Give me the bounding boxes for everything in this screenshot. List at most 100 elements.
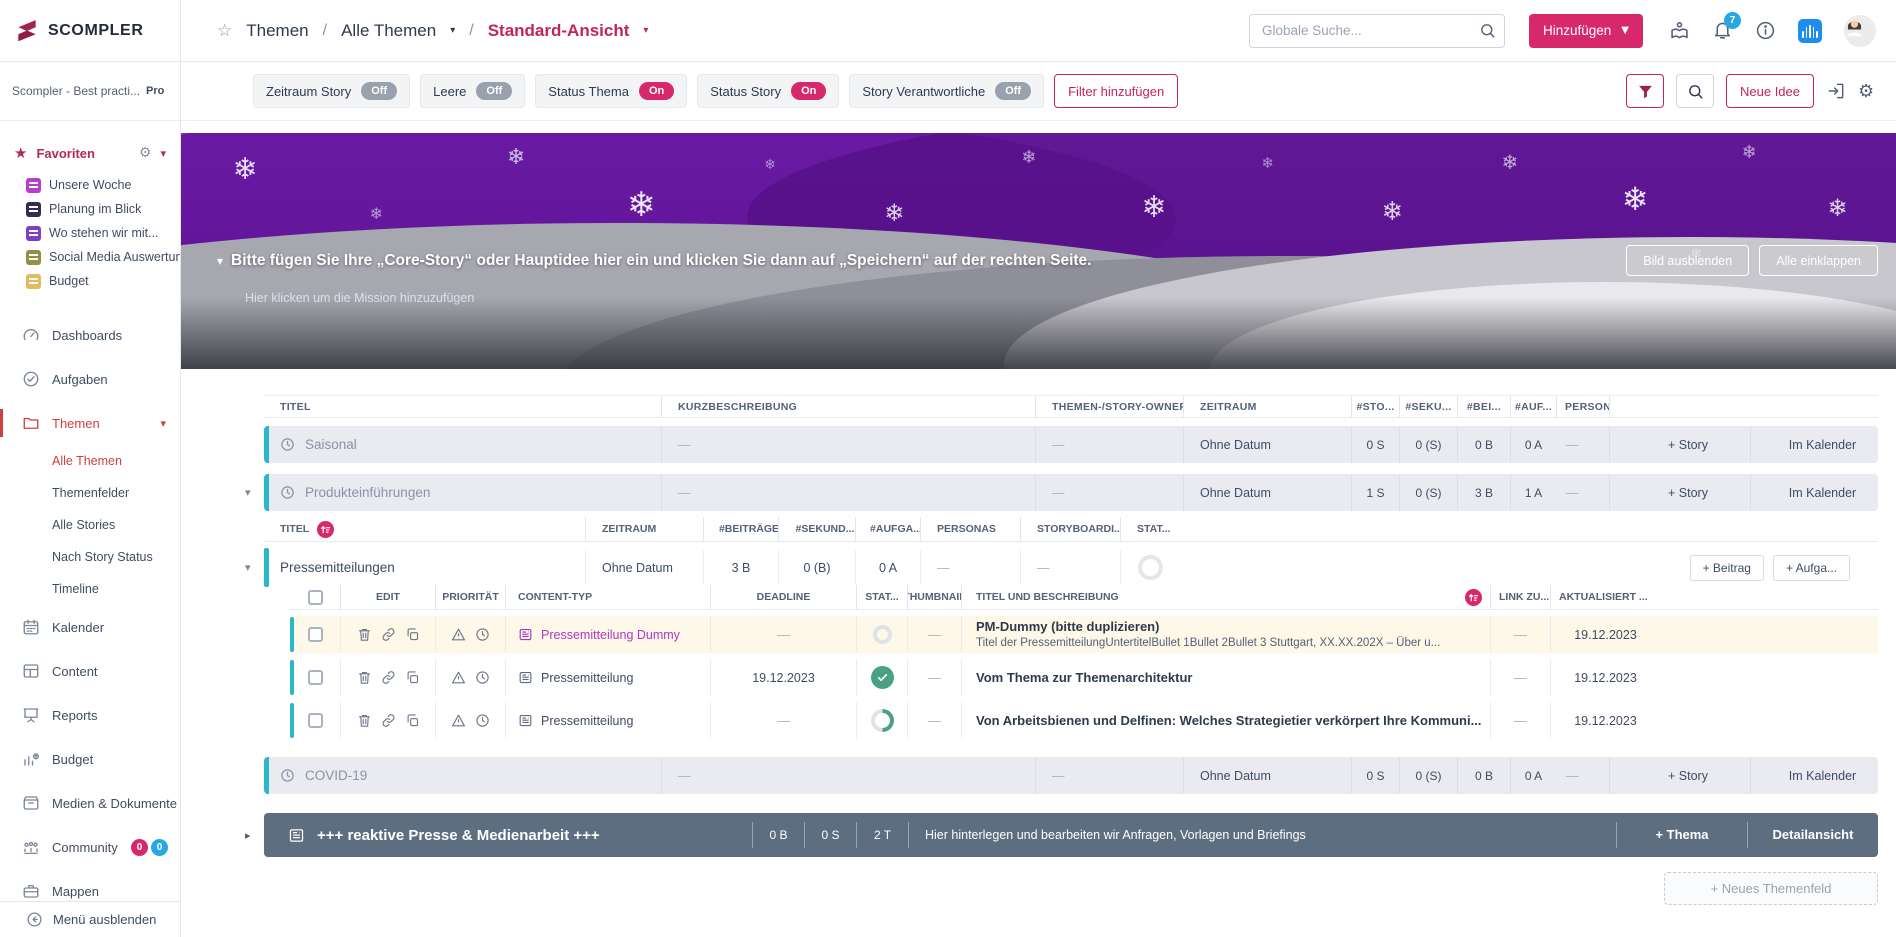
detailansicht-button[interactable]: Detailansicht (1747, 822, 1878, 848)
academy-icon[interactable] (1669, 20, 1690, 41)
col-header-thumbnail[interactable]: THUMBNAIL (907, 585, 961, 609)
status-cell[interactable] (856, 616, 907, 653)
row-checkbox[interactable] (308, 627, 323, 642)
sidebar-subitem-alle-themen[interactable]: Alle Themen (0, 445, 180, 477)
duplicate-icon[interactable] (405, 627, 420, 642)
col-header-status[interactable]: STAT... (856, 585, 907, 609)
workspace-switcher[interactable]: Scompler - Best practi... Pro (0, 62, 180, 121)
favorite-item-wo-stehen-wir[interactable]: Wo stehen wir mit... (0, 221, 180, 245)
col-header-story-zeitraum[interactable]: ZEITRAUM (585, 517, 703, 541)
col-header-deadline[interactable]: DEADLINE (710, 585, 856, 609)
hide-image-button[interactable]: Bild ausblenden (1626, 245, 1749, 276)
col-header-story-aufgaben[interactable]: #AUFGA... (855, 517, 920, 541)
sidebar-subitem-timeline[interactable]: Timeline (0, 573, 180, 605)
collapse-banner-icon[interactable]: ▾ (217, 254, 223, 268)
col-header-titel[interactable]: TITEL (264, 396, 661, 417)
story-row-pressemitteilungen[interactable]: ▾ Pressemitteilungen Ohne Datum 3 B 0 (B… (264, 550, 1878, 585)
sidebar-subitem-themenfelder[interactable]: Themenfelder (0, 477, 180, 509)
col-header-owner[interactable]: THEMEN-/STORY-OWNER (1035, 396, 1183, 417)
table-search-button[interactable] (1676, 74, 1714, 108)
sidebar-item-content[interactable]: Content (0, 649, 180, 693)
gear-icon[interactable]: ⚙ (139, 145, 152, 161)
sidebar-subitem-nach-story-status[interactable]: Nach Story Status (0, 541, 180, 573)
theme-row-saisonal[interactable]: Saisonal — — Ohne Datum 0 S 0 (S) 0 B 0 … (264, 426, 1878, 463)
breadcrumb-view[interactable]: Standard-Ansicht (488, 21, 630, 41)
col-header-story-sekundaer[interactable]: #SEKUND... (778, 517, 855, 541)
favorite-item-unsere-woche[interactable]: Unsere Woche (0, 173, 180, 197)
im-kalender-button[interactable]: Im Kalender (1750, 757, 1878, 794)
col-header-label[interactable]: TITEL UND BESCHREIBUNG (976, 591, 1119, 603)
sidebar-item-themen[interactable]: Themen ▾ (0, 401, 180, 445)
duplicate-icon[interactable] (405, 713, 420, 728)
col-header-kurzbeschreibung[interactable]: KURZBESCHREIBUNG (661, 396, 1035, 417)
col-header-story-personas[interactable]: PERSONAS (920, 517, 1020, 541)
col-header-story-status[interactable]: STAT... (1120, 517, 1180, 541)
titel-beschreibung-cell[interactable]: PM-Dummy (bitte duplizieren)Titel der Pr… (961, 616, 1490, 653)
select-all-checkbox[interactable] (308, 590, 323, 605)
row-checkbox[interactable] (308, 670, 323, 685)
col-header-aktualisiert[interactable]: AKTUALISIERT ... (1550, 585, 1660, 609)
add-aufgabe-button[interactable]: + Aufga... (1773, 555, 1850, 581)
mission-banner[interactable]: ❄ ❄ ❄ ❄ ❄ ❄ ❄ ❄ ❄ ❄ ❄ ❄ ❄ ❄ ❄ ❄ ▾ Bitte … (181, 133, 1896, 369)
search-icon[interactable] (1479, 22, 1496, 39)
priority-warning-icon[interactable] (451, 670, 466, 685)
link-icon[interactable] (381, 713, 396, 728)
add-story-button[interactable]: + Story (1609, 474, 1750, 511)
banner-message[interactable]: Bitte fügen Sie Ihre „Core-Story“ oder H… (231, 252, 1616, 270)
sort-badge-icon[interactable] (317, 521, 334, 538)
link-icon[interactable] (381, 627, 396, 642)
chevron-down-icon[interactable]: ▾ (160, 147, 166, 160)
trash-icon[interactable] (357, 627, 372, 642)
deadline-clock-icon[interactable] (475, 627, 490, 642)
theme-row-produkteinfuehrungen[interactable]: ▾ Produkteinführungen — — Ohne Datum 1 S… (264, 474, 1878, 511)
content-typ-label[interactable]: Pressemitteilung (541, 671, 633, 685)
hide-menu-button[interactable]: Menü ausblenden (0, 901, 180, 937)
themenfeld-row-reaktive-presse[interactable]: ▸ +++ reaktive Presse & Medienarbeit +++… (264, 813, 1878, 857)
row-checkbox[interactable] (308, 713, 323, 728)
add-story-button[interactable]: + Story (1609, 757, 1750, 794)
expand-row-icon[interactable]: ▸ (245, 829, 251, 842)
col-header-prioritaet[interactable]: PRIORITÄT (435, 585, 505, 609)
col-header-sekundaer[interactable]: #SEKU... (1399, 396, 1457, 417)
add-button[interactable]: Hinzufügen ▼ (1529, 14, 1643, 48)
sidebar-item-dashboards[interactable]: Dashboards (0, 313, 180, 357)
sort-badge-icon[interactable] (1465, 589, 1482, 606)
priority-warning-icon[interactable] (451, 627, 466, 642)
sidebar-item-community[interactable]: Community 0 0 (0, 825, 180, 869)
col-header-zeitraum[interactable]: ZEITRAUM (1183, 396, 1351, 417)
breadcrumb-root[interactable]: Themen (246, 21, 308, 41)
sidebar-item-budget[interactable]: Budget (0, 737, 180, 781)
col-header-aufgaben[interactable]: #AUF... (1510, 396, 1556, 417)
intercom-icon[interactable] (1798, 19, 1822, 43)
global-search-input[interactable] (1249, 14, 1505, 48)
trash-icon[interactable] (357, 670, 372, 685)
col-header-edit[interactable]: EDIT (340, 585, 435, 609)
collapse-row-icon[interactable]: ▾ (245, 486, 251, 499)
notifications[interactable]: 7 (1712, 19, 1733, 43)
favorite-star-icon[interactable]: ☆ (217, 21, 232, 41)
titel-beschreibung-cell[interactable]: Vom Thema zur Themenarchitektur (961, 659, 1490, 696)
collapse-all-button[interactable]: Alle einklappen (1759, 245, 1878, 276)
sidebar-item-reports[interactable]: Reports (0, 693, 180, 737)
theme-row-covid-19[interactable]: COVID-19 — — Ohne Datum 0 S 0 (S) 0 B 0 … (264, 757, 1878, 794)
avatar[interactable] (1844, 15, 1876, 47)
col-header-storyboard[interactable]: STORYBOARDI... (1020, 517, 1120, 541)
filter-chip-status-thema[interactable]: Status Thema On (535, 74, 687, 108)
favorite-item-planung-im-blick[interactable]: Planung im Blick (0, 197, 180, 221)
add-thema-button[interactable]: + Thema (1616, 822, 1747, 848)
content-row-vom-thema[interactable]: Pressemitteilung 19.12.2023 — Vom Thema … (290, 659, 1878, 696)
filter-chip-status-story[interactable]: Status Story On (697, 74, 839, 108)
breadcrumb-list[interactable]: Alle Themen (341, 21, 436, 41)
info-icon[interactable] (1755, 20, 1776, 41)
content-row-arbeitsbienen[interactable]: Pressemitteilung — — Von Arbeitsbienen u… (290, 702, 1878, 739)
logo[interactable]: SCOMPLER (0, 0, 180, 62)
chevron-down-icon[interactable]: ▾ (643, 25, 648, 36)
favorites-header[interactable]: ★ Favoriten ⚙ ▾ (0, 141, 180, 165)
add-beitrag-button[interactable]: + Beitrag (1690, 555, 1764, 581)
add-story-button[interactable]: + Story (1609, 426, 1750, 463)
col-header-link[interactable]: LINK ZU... (1490, 585, 1550, 609)
content-typ-label[interactable]: Pressemitteilung (541, 714, 633, 728)
sidebar-item-kalender[interactable]: Kalender (0, 605, 180, 649)
filter-chip-zeitraum-story[interactable]: Zeitraum Story Off (253, 74, 410, 108)
sidebar-item-aufgaben[interactable]: Aufgaben (0, 357, 180, 401)
